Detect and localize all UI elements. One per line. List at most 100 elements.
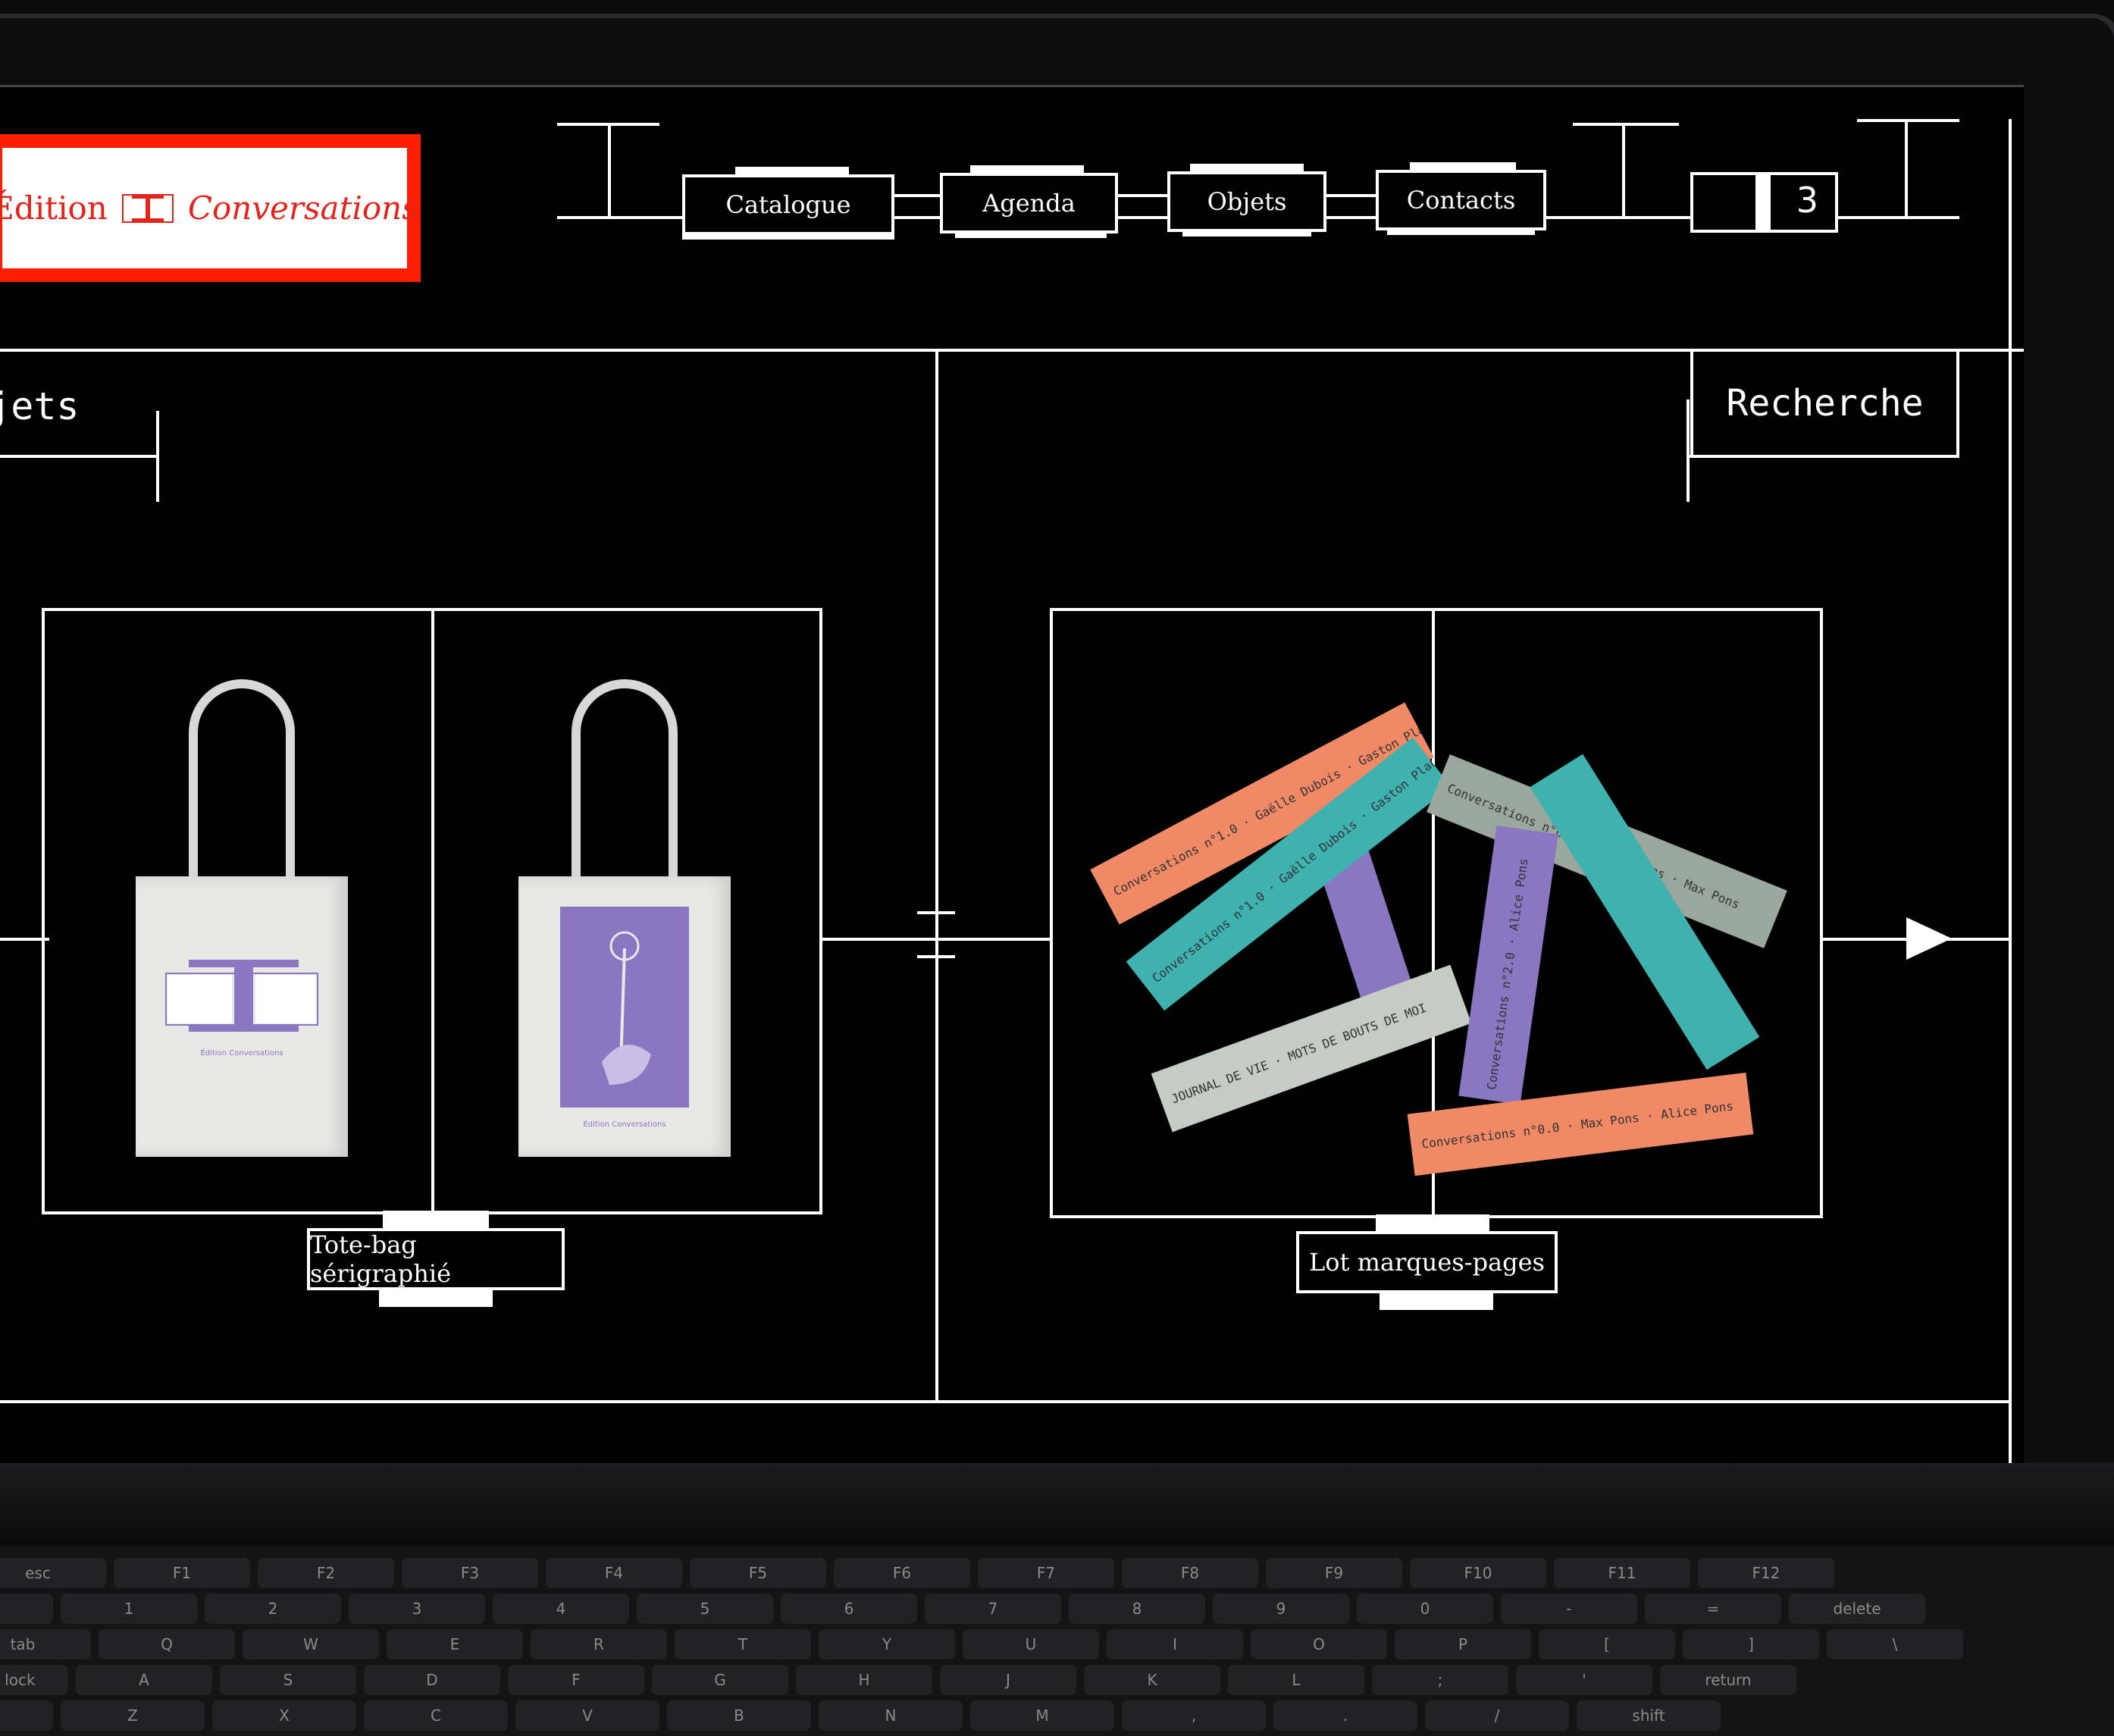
keyboard-key: F8 xyxy=(1122,1558,1258,1588)
product-label-tote[interactable]: Tote-bag sérigraphié xyxy=(307,1228,565,1290)
nav-connector xyxy=(1118,194,1167,197)
nav-tab xyxy=(1182,232,1311,237)
label-tab xyxy=(379,1289,493,1307)
connector-mark xyxy=(917,955,955,958)
tote-handle xyxy=(572,679,678,884)
keyboard-key: ' xyxy=(1516,1665,1652,1695)
keyboard-key: tab xyxy=(0,1629,91,1659)
keyboard-key: delete xyxy=(1789,1593,1925,1624)
connector-mark xyxy=(917,911,955,914)
keyboard-key: F1 xyxy=(114,1558,250,1588)
keyboard-key: F xyxy=(508,1665,644,1695)
keyboard-key: 7 xyxy=(925,1593,1061,1624)
keyboard-key: \ xyxy=(1827,1629,1963,1659)
nav-tab xyxy=(1190,164,1304,171)
keyboard: escF1F2F3F4F5F6F7F8F9F10F11F12 `12345678… xyxy=(0,1546,2114,1736)
nav-objets[interactable]: Objets xyxy=(1167,171,1326,232)
keyboard-key: F4 xyxy=(546,1558,682,1588)
tote-print-text: Édition Conversations xyxy=(583,1120,666,1129)
keyboard-key: P xyxy=(1395,1629,1531,1659)
nav-contacts[interactable]: Contacts xyxy=(1376,170,1546,230)
keyboard-key: E xyxy=(387,1629,523,1659)
keyboard-key: J xyxy=(940,1665,1076,1695)
keyboard-key: K xyxy=(1084,1665,1220,1695)
laptop-hinge xyxy=(0,1463,2114,1546)
arrow-right-icon[interactable] xyxy=(1906,917,1952,960)
page-indicator-bar xyxy=(1755,175,1771,230)
keyboard-key: F3 xyxy=(402,1558,538,1588)
nav-tab xyxy=(970,165,1084,173)
keyboard-key: H xyxy=(796,1665,932,1695)
keyboard-key: F12 xyxy=(1698,1558,1834,1588)
keyboard-row-fn: esc F1 F2 F3 F4 F5 F6 F7 F8 F9 F10 F11 F12 xyxy=(0,1558,1834,1588)
keyboard-key: [ xyxy=(1539,1629,1675,1659)
keyboard-key: I xyxy=(1107,1629,1243,1659)
keyboard-row-num: ` 1234567890-= delete xyxy=(0,1593,1925,1624)
nav-tab xyxy=(735,167,849,174)
keyboard-key: W xyxy=(243,1629,379,1659)
search-button[interactable]: Recherche xyxy=(1690,352,1959,458)
keyboard-key: shift xyxy=(1577,1700,1721,1731)
tote-print-text: Édition Conversations xyxy=(200,1049,283,1058)
keyboard-key: 9 xyxy=(1213,1593,1349,1624)
keyboard-key: ] xyxy=(1683,1629,1819,1659)
keyboard-key: 0 xyxy=(1357,1593,1493,1624)
search-tick xyxy=(1687,400,1690,502)
section-underline xyxy=(0,455,159,458)
keyboard-key: F7 xyxy=(978,1558,1114,1588)
tote-body: Édition Conversations xyxy=(136,876,348,1157)
keyboard-key: S xyxy=(220,1665,356,1695)
nav-catalogue[interactable]: Catalogue xyxy=(682,174,894,235)
keyboard-key: 8 xyxy=(1069,1593,1205,1624)
keyboard-key: G xyxy=(652,1665,788,1695)
keyboard-key: O xyxy=(1251,1629,1387,1659)
panel-divider xyxy=(431,611,434,1214)
tote-bag-image-2: Édition Conversations xyxy=(518,679,731,1164)
keyboard-key: M xyxy=(970,1700,1114,1731)
nav-agenda[interactable]: Agenda xyxy=(940,173,1118,233)
center-divider xyxy=(935,352,938,1402)
keyboard-key: B xyxy=(667,1700,811,1731)
header-line xyxy=(1622,123,1625,218)
product-card-tote[interactable]: Édition Conversations Édition Conversati… xyxy=(42,608,822,1214)
keyboard-key: L xyxy=(1228,1665,1364,1695)
keyboard-key: - xyxy=(1501,1593,1637,1624)
keyboard-key: 2 xyxy=(205,1593,341,1624)
keyboard-key: 4 xyxy=(493,1593,629,1624)
logo[interactable]: Édition Conversations xyxy=(0,134,421,282)
tote-handle xyxy=(189,679,295,884)
keyboard-key: X xyxy=(212,1700,356,1731)
label-tab xyxy=(1376,1214,1489,1233)
top-edge xyxy=(0,85,2024,87)
keyboard-key: R xyxy=(531,1629,667,1659)
keyboard-key: 1 xyxy=(61,1593,197,1624)
header-line xyxy=(1857,119,1959,122)
keyboard-key: , xyxy=(1122,1700,1266,1731)
keyboard-key: Y xyxy=(819,1629,955,1659)
keyboard-row-home: caps lock ASDFGHJKL; ' return xyxy=(0,1665,1796,1695)
product-label-bookmarks[interactable]: Lot marques-pages xyxy=(1296,1231,1558,1293)
keyboard-key: / xyxy=(1425,1700,1569,1731)
page-indicator-number: 3 xyxy=(1796,180,1818,221)
header-line xyxy=(608,123,611,218)
keyboard-row-shift: shift ZXCVBNM,. / shift xyxy=(0,1700,1721,1731)
keyboard-key: esc xyxy=(0,1558,106,1588)
connector-middle xyxy=(822,938,1050,941)
screen: Édition Conversations Catalogue Agenda O… xyxy=(0,85,2024,1480)
keyboard-key: return xyxy=(1660,1665,1796,1695)
keyboard-key: U xyxy=(963,1629,1099,1659)
keyboard-key: 6 xyxy=(781,1593,917,1624)
keyboard-key: = xyxy=(1645,1593,1781,1624)
logo-icon xyxy=(121,190,174,227)
nav-tab xyxy=(1387,230,1535,235)
keyboard-key: caps lock xyxy=(0,1665,68,1695)
keyboard-key: . xyxy=(1273,1700,1417,1731)
logo-text-edition: Édition xyxy=(0,190,108,227)
section-title: bjets xyxy=(0,384,80,428)
keyboard-row-qwerty: tab Q W E R T Y U I O P [] \ xyxy=(0,1629,1963,1659)
right-border-line xyxy=(2009,119,2012,1465)
page-indicator-box[interactable]: 3 xyxy=(1690,172,1838,233)
nav-connector xyxy=(1326,194,1376,197)
keyboard-key: shift xyxy=(0,1700,53,1731)
logo-text-conversations: Conversations xyxy=(187,190,418,227)
